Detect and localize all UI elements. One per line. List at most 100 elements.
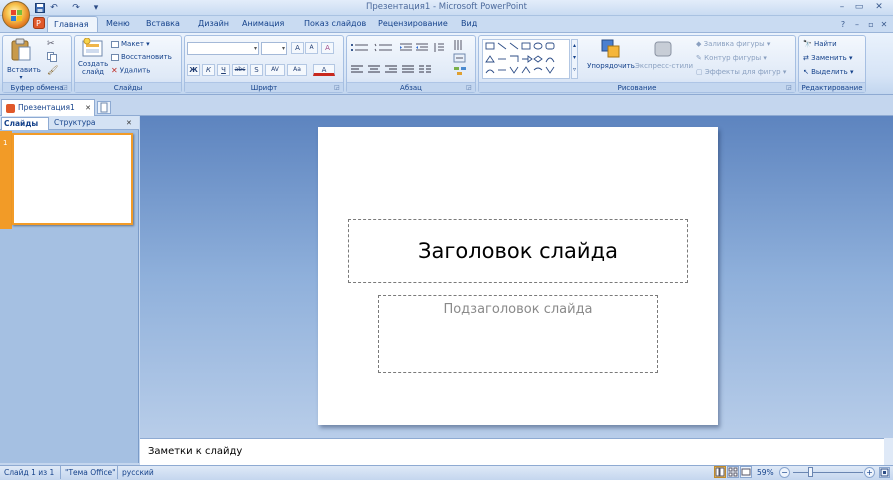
cut-icon[interactable]: ✂ — [47, 39, 55, 49]
document-tabs-bar — [0, 97, 893, 116]
find-button[interactable]: 🔭 Найти — [803, 39, 837, 50]
delete-icon: ✕ — [111, 66, 118, 75]
group-font-label: Шрифт — [185, 82, 343, 92]
new-slide-button[interactable]: Создать слайд — [78, 37, 108, 82]
subtitle-placeholder[interactable]: Подзаголовок слайда — [378, 295, 658, 373]
smartart-button[interactable] — [453, 66, 467, 78]
align-center-button[interactable] — [367, 64, 381, 77]
maximize-button[interactable]: ▭ — [852, 1, 866, 14]
notes-placeholder: Заметки к слайду — [148, 446, 243, 457]
bold-button[interactable]: Ж — [187, 64, 200, 76]
slide-thumbnail[interactable] — [12, 133, 133, 225]
zoom-level[interactable]: 59% — [757, 466, 774, 479]
clipboard-dialog-launcher-icon[interactable]: ◲ — [62, 84, 69, 91]
shrink-font-button[interactable]: A — [305, 42, 318, 54]
reset-button[interactable]: Восстановить — [111, 52, 172, 63]
copy-icon[interactable] — [47, 52, 57, 64]
panel-tab-slides[interactable]: Слайды — [1, 117, 49, 130]
align-right-button[interactable] — [384, 64, 398, 77]
document-tab[interactable]: Презентация1 ✕ — [1, 99, 95, 116]
slideshow-view-button[interactable] — [740, 466, 752, 478]
replace-button[interactable]: ⇄ Заменить ▾ — [803, 53, 853, 64]
align-left-button[interactable] — [350, 64, 364, 77]
help-button[interactable]: ? — [836, 18, 850, 31]
tab-home[interactable]: Главная — [47, 16, 98, 32]
group-slides: Создать слайд Макет ▾ Восстановить ✕ Удал… — [74, 35, 182, 93]
zoom-out-button[interactable]: − — [779, 467, 790, 478]
layout-button[interactable]: Макет ▾ — [111, 39, 150, 50]
slide-canvas[interactable]: Заголовок слайда Подзаголовок слайда — [318, 127, 718, 425]
line-spacing-button[interactable] — [433, 42, 445, 55]
effects-icon: ▢ — [696, 68, 705, 76]
title-placeholder[interactable]: Заголовок слайда — [348, 219, 688, 283]
tab-slideshow[interactable]: Показ слайдов — [298, 16, 372, 32]
decrease-indent-button[interactable] — [399, 42, 413, 55]
bullets-button[interactable] — [350, 42, 372, 55]
normal-view-button[interactable] — [714, 466, 726, 478]
minimize-button[interactable]: – — [835, 1, 849, 14]
zoom-in-button[interactable]: + — [864, 467, 875, 478]
fit-to-window-button[interactable] — [879, 467, 890, 478]
tab-insert[interactable]: Вставка — [140, 16, 186, 32]
notes-pane[interactable]: Заметки к слайду — [140, 438, 884, 465]
increase-indent-button[interactable] — [415, 42, 429, 55]
text-direction-button[interactable] — [453, 39, 467, 53]
clear-format-button[interactable]: A — [321, 42, 334, 54]
sorter-view-button[interactable] — [727, 466, 739, 478]
arrange-button[interactable]: Упорядочить — [587, 38, 635, 70]
doc-restore-button[interactable]: ▫ — [864, 18, 878, 31]
paragraph-dialog-launcher-icon[interactable]: ◲ — [466, 84, 473, 91]
zoom-slider-thumb[interactable] — [808, 467, 813, 477]
new-document-tab-button[interactable] — [97, 101, 111, 114]
office-button[interactable] — [2, 1, 30, 29]
align-text-button[interactable] — [453, 53, 467, 65]
columns-button[interactable] — [418, 64, 432, 77]
justify-button[interactable] — [401, 64, 415, 77]
panel-close-icon[interactable]: ✕ — [126, 117, 132, 129]
status-language[interactable]: русский — [117, 466, 154, 479]
shapes-gallery[interactable] — [482, 39, 570, 79]
group-slides-label: Слайды — [75, 82, 181, 92]
shape-outline-button[interactable]: ✎ Контур фигуры ▾ — [696, 53, 767, 64]
font-dialog-launcher-icon[interactable]: ◲ — [334, 84, 341, 91]
shape-effects-label: Эффекты для фигур — [704, 68, 781, 76]
paste-button[interactable]: Вставить ▾ — [7, 38, 41, 82]
strikethrough-button[interactable]: abc — [232, 64, 248, 76]
drawing-dialog-launcher-icon[interactable]: ◲ — [786, 84, 793, 91]
grow-font-button[interactable]: A — [291, 42, 304, 54]
group-paragraph: Абзац ◲ — [346, 35, 476, 93]
document-tab-close-icon[interactable]: ✕ — [85, 100, 91, 116]
tab-animation[interactable]: Анимация — [236, 16, 290, 32]
paste-label: Вставить — [7, 66, 41, 74]
format-painter-icon[interactable]: 🖌 — [47, 66, 58, 76]
italic-button[interactable]: К — [202, 64, 215, 76]
font-color-button[interactable]: A — [313, 64, 335, 76]
doc-minimize-button[interactable]: – — [850, 18, 864, 31]
doc-close-button[interactable]: ✕ — [877, 18, 891, 31]
delete-slide-button[interactable]: ✕ Удалить — [111, 65, 150, 76]
change-case-button[interactable]: Aa — [287, 64, 307, 76]
group-font: ▾ ▾ A A A Ж К Ч abc S AV Aa A Шрифт ◲ — [184, 35, 344, 93]
tab-design[interactable]: Дизайн — [192, 16, 235, 32]
font-size-combo[interactable]: ▾ — [261, 42, 287, 55]
shapes-gallery-more-button[interactable]: ▴ ▾ ▿ — [571, 39, 578, 79]
select-button[interactable]: ↖ Выделить ▾ — [803, 67, 854, 78]
font-name-combo[interactable]: ▾ — [187, 42, 259, 55]
app-menu-icon[interactable]: P — [33, 17, 47, 33]
shadow-button[interactable]: S — [250, 64, 263, 76]
char-spacing-button[interactable]: AV — [265, 64, 285, 76]
numbering-button[interactable] — [374, 42, 396, 55]
underline-button[interactable]: Ч — [217, 64, 230, 76]
close-button[interactable]: ✕ — [872, 1, 886, 14]
tab-menu[interactable]: Меню — [100, 16, 136, 32]
quick-styles-button[interactable]: Экспресс-стили — [635, 38, 693, 70]
panel-tab-outline[interactable]: Структура — [51, 117, 99, 130]
align-left-icon — [351, 65, 363, 73]
shape-fill-button[interactable]: ◆ Заливка фигуры ▾ — [696, 39, 770, 50]
shape-effects-button[interactable]: ▢ Эффекты для фигур ▾ — [696, 67, 786, 78]
tab-review[interactable]: Рецензирование — [372, 16, 454, 32]
zoom-slider-track[interactable] — [793, 472, 863, 473]
tab-view[interactable]: Вид — [455, 16, 483, 32]
group-clipboard-label: Буфер обмена — [3, 82, 71, 92]
notes-scrollbar[interactable] — [883, 438, 893, 465]
